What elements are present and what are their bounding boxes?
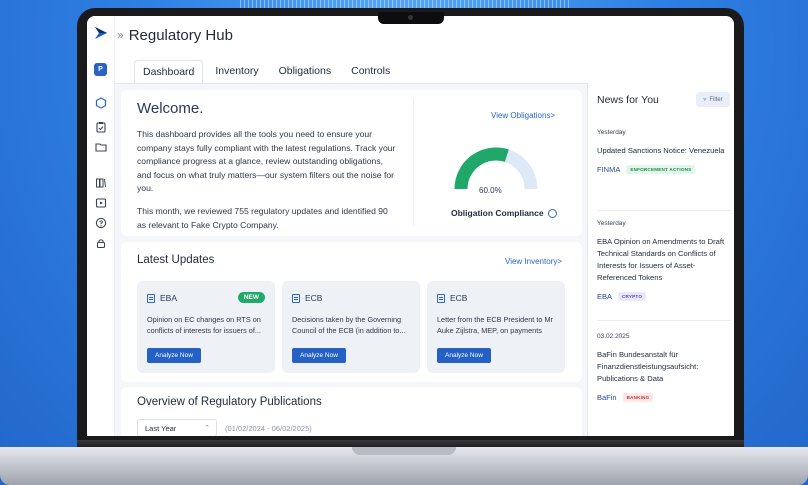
divider: [597, 210, 731, 211]
news-tag: ENFORCEMENT ACTIONS: [626, 165, 696, 174]
news-tags: BaFin BANKING: [597, 393, 731, 402]
news-item[interactable]: Yesterday Updated Sanctions Notice: Vene…: [597, 129, 731, 174]
news-tag: CRYPTO: [618, 292, 647, 301]
laptop-base-groove: [352, 447, 456, 455]
filter-label: Filter: [709, 96, 723, 103]
news-source: BaFin: [597, 393, 617, 402]
news-tag: BANKING: [622, 393, 654, 402]
news-tags: FINMA ENFORCEMENT ACTIONS: [597, 165, 731, 174]
news-source: EBA: [597, 292, 613, 301]
divider: [597, 320, 731, 321]
laptop-notch: [378, 12, 444, 24]
news-date: Yesterday: [597, 129, 626, 136]
news-item[interactable]: 03.02.2025 BaFin Bundesanstalt für Finan…: [597, 333, 731, 402]
filter-icon: ▿: [703, 97, 707, 103]
news-overlay: News for You ▿ Filter Yesterday Updated …: [87, 16, 734, 436]
news-headline: EBA Opinion on Amendments to Draft Techn…: [597, 237, 725, 282]
news-date: 03.02.2025: [597, 333, 630, 340]
news-date: Yesterday: [597, 220, 626, 227]
camera-icon: [408, 15, 413, 20]
filter-button[interactable]: ▿ Filter: [696, 92, 730, 107]
news-headline: BaFin Bundesanstalt für Finanzdienstleis…: [597, 350, 699, 383]
news-title: News for You: [597, 94, 659, 106]
news-source: FINMA: [597, 165, 621, 174]
news-headline: Updated Sanctions Notice: Venezuela: [597, 146, 725, 155]
news-item[interactable]: Yesterday EBA Opinion on Amendments to D…: [597, 220, 731, 301]
news-tags: EBA CRYPTO: [597, 292, 731, 301]
